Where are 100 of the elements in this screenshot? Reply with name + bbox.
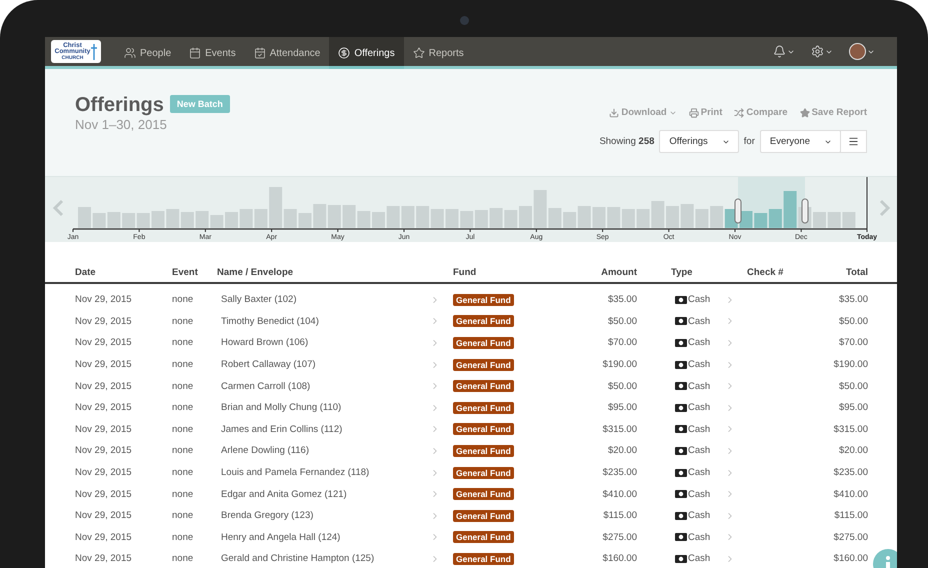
people-select[interactable]: Everyone (760, 130, 841, 153)
table-cell-text: $70.00 (606, 337, 637, 348)
shuffle-icon (734, 108, 744, 118)
menu-icon (848, 136, 859, 147)
chevron-right-icon[interactable] (880, 200, 890, 216)
cross-icon (91, 44, 98, 60)
cash-icon (675, 360, 687, 369)
table-cell-text: Nov 29, 2015 (75, 359, 133, 370)
bar (240, 209, 253, 228)
table-cell-text: none (172, 553, 194, 564)
bar (430, 209, 444, 228)
table-cell-text: Nov 29, 2015 (75, 294, 133, 306)
table-cell: Cash (688, 510, 710, 522)
table-cell-text: Nov 29, 2015 (75, 445, 133, 456)
today-line (866, 177, 868, 232)
bar (210, 215, 224, 228)
bar (401, 206, 414, 228)
camera-icon (460, 16, 469, 25)
bar (313, 204, 326, 228)
cash-icon (675, 533, 687, 542)
table-cell-text: $115.00 (833, 510, 868, 522)
menu-button[interactable] (840, 130, 867, 153)
download-icon (609, 108, 620, 118)
range-handle[interactable] (802, 198, 808, 224)
star-icon (800, 108, 810, 118)
cash-icon (675, 404, 687, 412)
bar (504, 210, 518, 228)
chevron-left-icon[interactable] (52, 200, 64, 216)
bar (196, 211, 209, 228)
star-icon (412, 47, 425, 59)
table-cell-text: Arlene Dowling (116) (220, 445, 310, 456)
table-cell-text: none (172, 488, 194, 500)
table-cell-text: $95.00 (606, 402, 637, 414)
nav-tab[interactable]: Offerings (329, 37, 404, 69)
table-cell: Cash (688, 467, 710, 478)
table-cell-text: Nov 29, 2015 (75, 532, 133, 543)
table-cell-text: $160.00 (832, 553, 868, 564)
table-cell-text: $160.00 (602, 553, 637, 564)
bar (225, 212, 238, 228)
table-cell: Cash (688, 380, 710, 392)
table-cell-text: Nov 29, 2015 (75, 467, 133, 478)
type-select[interactable]: Offerings (659, 130, 739, 153)
avatar-icon (849, 43, 866, 60)
table-cell-text: Brenda Gregory (123) (220, 510, 314, 522)
table-cell-text: $35.00 (838, 294, 868, 306)
table-cell-text: Nov 29, 2015 (75, 424, 133, 435)
table-cell-text: $35.00 (606, 294, 637, 306)
table-cell: Cash (688, 488, 710, 500)
bar (416, 206, 430, 228)
nav-tab[interactable]: Reports (404, 37, 473, 69)
nav-tab[interactable]: People (115, 37, 180, 69)
table-cell: Cash (688, 316, 710, 327)
table-cell-text: $50.00 (606, 380, 637, 392)
table-cell-text: Timothy Benedict (104) (220, 316, 320, 327)
bar (92, 213, 106, 228)
cash-icon (675, 338, 687, 347)
fund-tag: General Fund (453, 294, 514, 306)
settings-button[interactable] (811, 45, 833, 58)
people-icon (124, 47, 136, 59)
table-cell-text: $235.00 (602, 467, 637, 478)
bar (372, 212, 385, 228)
bar (592, 207, 606, 228)
info-icon (885, 556, 891, 568)
column-header: Check # Total (747, 266, 868, 278)
fund-tag: General Fund (453, 552, 514, 565)
range-handle[interactable] (734, 198, 742, 224)
calendar-icon (189, 47, 202, 59)
table-cell-text: Howard Brown (106) (220, 337, 310, 348)
column-header: Fund (453, 266, 478, 278)
cash-icon (675, 382, 687, 390)
account-button[interactable] (849, 43, 875, 60)
fund-tag: General Fund (453, 510, 514, 522)
column-header: Type (671, 266, 694, 278)
table-cell-text: Henry and Angela Hall (124) (220, 532, 342, 543)
notifications-button[interactable] (773, 45, 795, 58)
nav-tab[interactable]: Events (180, 37, 245, 69)
nav-tab[interactable]: Attendance (244, 37, 330, 69)
result-count: Showing 258 (599, 136, 654, 147)
bar (166, 209, 180, 228)
table-cell-text: $20.00 (606, 445, 637, 456)
table-cell-text: $275.00 (832, 532, 868, 543)
fund-tag: General Fund (453, 444, 514, 457)
table-cell: Cash (688, 359, 710, 370)
table-cell-text: Brian and Molly Chung (110) (220, 402, 342, 414)
table-cell-text: none (172, 316, 194, 327)
table-cell-text: $190.00 (602, 359, 637, 370)
cash-icon (675, 490, 687, 498)
table-cell-text: Robert Callaway (107) (220, 359, 317, 370)
table-cell-text: none (172, 294, 194, 306)
bar (460, 211, 474, 228)
cash-icon (675, 468, 687, 477)
bar (607, 207, 620, 228)
table-cell: Cash (688, 424, 710, 435)
fund-tag: General Fund (453, 358, 514, 371)
for-label: for (744, 136, 755, 147)
table-cell: Cash (688, 337, 710, 348)
table-cell-text: Nov 29, 2015 (75, 510, 133, 522)
bar (680, 204, 694, 228)
bar (342, 205, 356, 228)
dollar-coin-icon (338, 47, 350, 59)
